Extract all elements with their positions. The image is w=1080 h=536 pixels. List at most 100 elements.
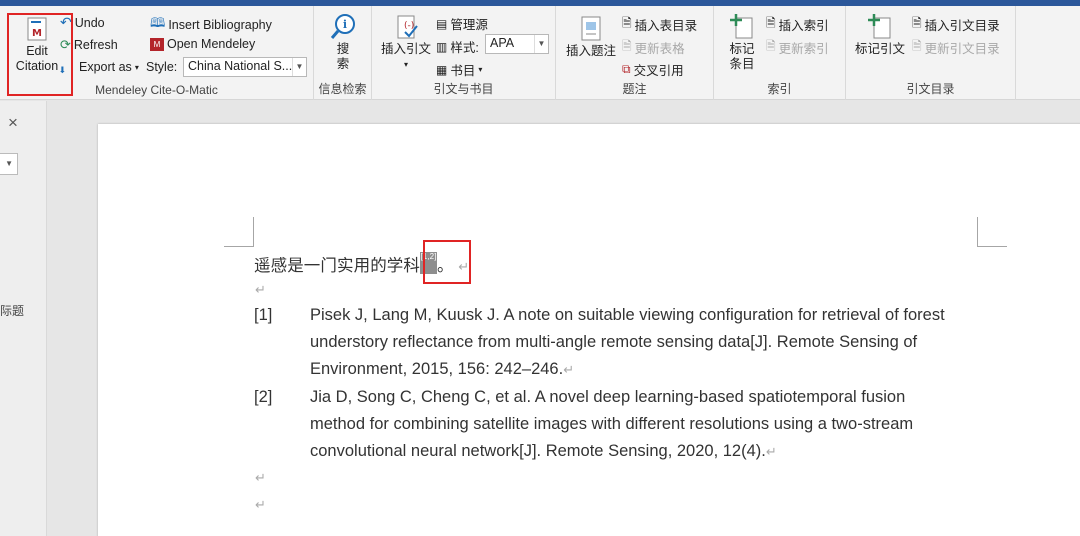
mark-citation-label: 标记引文 — [854, 42, 905, 56]
update-table-icon: 🗎 — [622, 39, 632, 53]
insert-toa-button[interactable]: 🗎 插入引文目录 — [912, 14, 1000, 35]
chevron-down-icon: ▾ — [478, 65, 483, 74]
insert-bibliography-button[interactable]: 🕮 Insert Bibliography — [150, 14, 272, 36]
update-index-icon: 🗎 — [766, 39, 776, 53]
undo-icon: ↶ — [60, 14, 72, 30]
search-button[interactable]: i 搜 索 — [322, 12, 364, 72]
paragraph-mark: ↵ — [563, 362, 575, 377]
document-page[interactable]: 遥感是一门实用的学科[1,2]。 ↵ ↵ [1] Pisek J, Lang M… — [98, 124, 1080, 536]
svg-text:(-): (-) — [404, 21, 414, 31]
export-as-label: Export as — [79, 60, 132, 74]
update-table-button[interactable]: 🗎 更新表格 — [622, 37, 685, 58]
bibliography-button[interactable]: ▦ 书目 ▾ — [436, 60, 482, 79]
insert-citation-label: 插入引文 — [380, 42, 431, 56]
bibliography-label: 书目 — [450, 64, 476, 78]
mendeley-group-label: Mendeley Cite-O-Matic — [95, 83, 218, 97]
reference-2-line-2[interactable]: method for combining satellite images wi… — [310, 415, 913, 434]
export-as-button[interactable]: Export as ▾ — [79, 60, 139, 74]
paragraph-mark: ↵ — [255, 497, 266, 512]
toa-group-label: 引文目录 — [906, 82, 955, 96]
insert-bibliography-label: Insert Bibliography — [168, 18, 272, 32]
update-index-label: 更新索引 — [778, 42, 829, 56]
insert-caption-label: 插入题注 — [565, 44, 616, 58]
insert-table-of-figures-button[interactable]: 🗎 插入表目录 — [622, 14, 697, 35]
search-group-label: 信息检索 — [318, 82, 367, 96]
search-group: i 搜 索 信息检索 — [314, 6, 372, 100]
update-table-label: 更新表格 — [634, 42, 685, 56]
reference-1-line-1[interactable]: Pisek J, Lang M, Kuusk J. A note on suit… — [310, 306, 945, 325]
chevron-down-icon: ▾ — [403, 60, 408, 69]
highlight-box-citation — [423, 240, 471, 284]
search-label-2: 索 — [336, 57, 350, 71]
captions-group: 插入题注 🗎 插入表目录 🗎 更新表格 ⧉ 交叉引用 题注 — [556, 6, 714, 100]
reference-1-line-3[interactable]: Environment, 2015, 156: 242–246.↵ — [310, 360, 574, 379]
update-index-button[interactable]: 🗎 更新索引 — [766, 37, 829, 58]
mark-citation-icon — [868, 14, 891, 39]
chevron-down-icon: ▼ — [292, 58, 306, 76]
nav-heading-fragment[interactable]: 际题 — [0, 302, 24, 319]
undo-label: Undo — [74, 15, 105, 30]
close-icon[interactable]: × — [8, 113, 18, 133]
cross-reference-button[interactable]: ⧉ 交叉引用 — [622, 60, 684, 79]
paragraph-mark: ↵ — [255, 282, 266, 297]
reference-number-1: [1] — [254, 306, 273, 324]
insert-caption-icon — [581, 16, 601, 41]
search-label-1: 搜 — [336, 42, 350, 56]
cross-reference-icon: ⧉ — [622, 62, 631, 76]
mendeley-style-value: China National S... — [188, 59, 293, 73]
refresh-button[interactable]: ⟳ Refresh — [60, 37, 118, 53]
manage-sources-button[interactable]: ▤ 管理源 — [436, 14, 488, 33]
refresh-icon: ⟳ — [60, 37, 71, 52]
paragraph-mark: ↵ — [765, 444, 777, 459]
mendeley-logo-icon: M — [150, 37, 164, 51]
citation-style-value: APA — [490, 36, 515, 50]
citations-group: (-) 插入引文 ▾ ▤ 管理源 ▥ 样式: APA ▼ ▦ 书目 ▾ 引文与书… — [372, 6, 556, 100]
insert-citation-button[interactable]: (-) 插入引文 ▾ — [378, 12, 434, 72]
chevron-down-icon: ▼ — [5, 159, 13, 168]
table-of-figures-icon: 🗎 — [622, 16, 632, 30]
paragraph-mark: ↵ — [255, 470, 266, 485]
manage-sources-icon: ▤ — [436, 16, 448, 31]
mark-entry-icon — [730, 14, 753, 39]
refresh-label: Refresh — [73, 38, 118, 52]
open-mendeley-label: Open Mendeley — [167, 37, 256, 51]
index-group-label: 索引 — [767, 82, 792, 96]
bibliography-icon: ▦ — [436, 62, 448, 77]
citation-style-select[interactable]: APA ▼ — [485, 34, 549, 54]
style-label: Style: — [146, 60, 178, 74]
mendeley-style-select[interactable]: China National S... ▼ — [183, 57, 307, 77]
chevron-down-icon: ▾ — [134, 62, 139, 72]
open-mendeley-button[interactable]: M Open Mendeley — [150, 37, 255, 51]
reference-1-line-2[interactable]: understory reflectance from multi-angle … — [310, 333, 917, 352]
reference-2-line-1[interactable]: Jia D, Song C, Cheng C, et al. A novel d… — [310, 388, 905, 407]
chevron-down-icon: ▼ — [534, 35, 548, 53]
mendeley-group: M Edit Citation ⬇ ↶ Undo ⟳ Refresh Expor… — [0, 6, 314, 100]
insert-index-label: 插入索引 — [778, 19, 829, 33]
undo-button[interactable]: ↶ Undo — [60, 14, 105, 31]
svg-text:i: i — [343, 18, 347, 31]
reference-2-line-3[interactable]: convolutional neural network[J]. Remote … — [310, 442, 777, 461]
ribbon: M Edit Citation ⬇ ↶ Undo ⟳ Refresh Expor… — [0, 6, 1080, 100]
mark-entry-label-2: 条目 — [729, 57, 755, 71]
citation-style-label: ▥ 样式: — [436, 39, 479, 56]
mark-entry-label-1: 标记 — [729, 42, 755, 56]
update-toa-button[interactable]: 🗎 更新引文目录 — [912, 37, 1000, 58]
navigation-pane: × ▼ 际题 — [0, 101, 47, 536]
mark-citation-button[interactable]: 标记引文 — [852, 12, 908, 57]
insert-index-button[interactable]: 🗎 插入索引 — [766, 14, 829, 35]
nav-dropdown[interactable]: ▼ — [0, 153, 18, 175]
insert-table-of-figures-label: 插入表目录 — [634, 19, 698, 33]
style-icon: ▥ — [436, 39, 448, 54]
manage-sources-label: 管理源 — [450, 18, 488, 32]
book-icon: 🕮 — [150, 15, 166, 30]
citations-group-label: 引文与书目 — [433, 82, 494, 96]
insert-toa-icon: 🗎 — [912, 16, 922, 30]
insert-caption-button[interactable]: 插入题注 — [564, 14, 618, 59]
index-group: 标记 条目 🗎 插入索引 🗎 更新索引 索引 — [714, 6, 846, 100]
insert-index-icon: 🗎 — [766, 16, 776, 30]
mark-entry-button[interactable]: 标记 条目 — [720, 12, 764, 72]
insert-citation-icon: (-) — [397, 15, 418, 39]
update-toa-icon: 🗎 — [912, 39, 922, 53]
search-info-icon: i — [330, 14, 355, 39]
captions-group-label: 题注 — [622, 82, 647, 96]
